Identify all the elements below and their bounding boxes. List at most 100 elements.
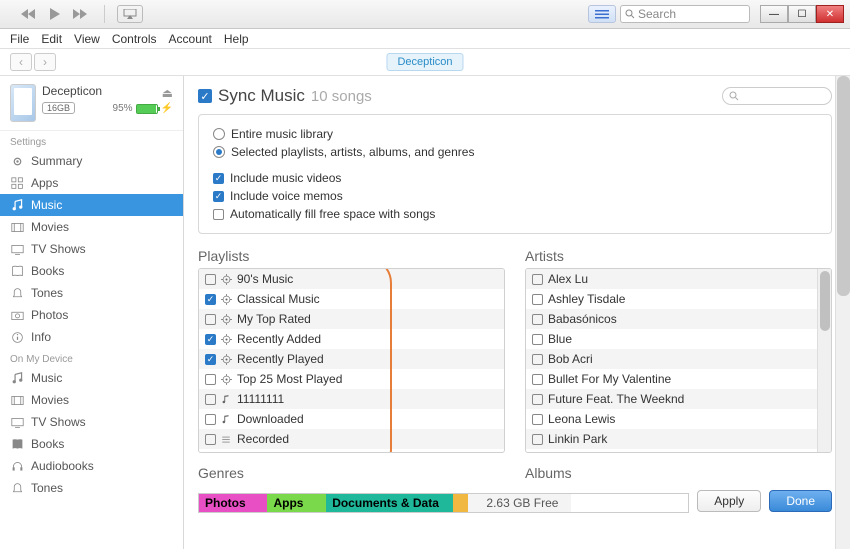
sidebar-item-books[interactable]: Books xyxy=(0,260,183,282)
playlist-checkbox[interactable]: ✓ xyxy=(205,294,216,305)
sidebar-item-summary[interactable]: Summary xyxy=(0,150,183,172)
artist-row[interactable]: Future Feat. The Weeknd xyxy=(526,389,831,409)
sidebar-item-apps[interactable]: Apps xyxy=(0,172,183,194)
airplay-button[interactable] xyxy=(117,5,143,23)
minimize-button[interactable]: — xyxy=(760,5,788,23)
checkbox-fill-free-space[interactable]: Automatically fill free space with songs xyxy=(213,205,817,223)
artist-checkbox[interactable] xyxy=(532,294,543,305)
playlist-row[interactable]: My Top Rated xyxy=(199,309,504,329)
movie-icon xyxy=(10,220,24,234)
sidebar-item-movies[interactable]: Movies xyxy=(0,389,183,411)
sidebar-item-music[interactable]: Music xyxy=(0,367,183,389)
playlist-row[interactable]: Downloaded xyxy=(199,409,504,429)
sidebar-item-photos[interactable]: Photos xyxy=(0,304,183,326)
tv-icon xyxy=(10,415,24,429)
playlist-checkbox[interactable] xyxy=(205,274,216,285)
artist-checkbox[interactable] xyxy=(532,334,543,345)
playlist-row[interactable]: Recorded xyxy=(199,429,504,449)
menu-view[interactable]: View xyxy=(74,32,100,46)
radio-selected-playlists[interactable]: Selected playlists, artists, albums, and… xyxy=(213,143,817,161)
checkbox-music-videos[interactable]: ✓Include music videos xyxy=(213,169,817,187)
sync-music-checkbox[interactable]: ✓ xyxy=(198,89,212,103)
artist-row[interactable]: Alex Lu xyxy=(526,269,831,289)
sidebar-item-tones[interactable]: Tones xyxy=(0,282,183,304)
apply-button[interactable]: Apply xyxy=(697,490,761,512)
artist-checkbox[interactable] xyxy=(532,314,543,325)
book-icon xyxy=(10,264,24,278)
checkbox-voice-memos[interactable]: ✓Include voice memos xyxy=(213,187,817,205)
artist-checkbox[interactable] xyxy=(532,394,543,405)
search-input[interactable]: Search xyxy=(620,5,750,23)
artist-checkbox[interactable] xyxy=(532,414,543,425)
playlist-checkbox[interactable] xyxy=(205,414,216,425)
movie-icon xyxy=(10,393,24,407)
list-view-button[interactable] xyxy=(588,5,616,23)
menu-controls[interactable]: Controls xyxy=(112,32,157,46)
device-card[interactable]: Decepticon ⏏ 16GB 95% ⚡ xyxy=(0,76,183,131)
playlist-checkbox[interactable] xyxy=(205,374,216,385)
artist-row[interactable]: Bullet For My Valentine xyxy=(526,369,831,389)
sidebar-header-settings: Settings xyxy=(0,131,183,150)
playlist-row[interactable]: ✓Recently Played xyxy=(199,349,504,369)
menu-account[interactable]: Account xyxy=(169,32,212,46)
sidebar-item-audiobooks[interactable]: Audiobooks xyxy=(0,455,183,477)
gear-icon xyxy=(221,374,232,385)
sidebar-item-movies[interactable]: Movies xyxy=(0,216,183,238)
maximize-button[interactable]: ☐ xyxy=(788,5,816,23)
artist-checkbox[interactable] xyxy=(532,354,543,365)
genres-title: Genres xyxy=(198,465,505,481)
playlist-checkbox[interactable]: ✓ xyxy=(205,334,216,345)
gear-icon xyxy=(221,334,232,345)
radio-entire-library[interactable]: Entire music library xyxy=(213,125,817,143)
sidebar-item-music[interactable]: Music xyxy=(0,194,183,216)
artists-scrollbar[interactable] xyxy=(817,269,831,452)
playlist-row[interactable]: ✓Recently Added xyxy=(199,329,504,349)
sidebar-item-info[interactable]: Info xyxy=(0,326,183,348)
playlist-checkbox[interactable]: ✓ xyxy=(205,354,216,365)
apps-icon xyxy=(10,176,24,190)
playlist-row[interactable]: 90's Music xyxy=(199,269,504,289)
content-search-input[interactable] xyxy=(722,87,832,105)
artist-row[interactable]: Leona Lewis xyxy=(526,409,831,429)
capacity-segment: Documents & Data xyxy=(326,494,453,512)
playlist-row[interactable]: Top 25 Most Played xyxy=(199,369,504,389)
sidebar-item-books[interactable]: Books xyxy=(0,433,183,455)
artist-row[interactable]: Bob Acri xyxy=(526,349,831,369)
menu-edit[interactable]: Edit xyxy=(41,32,62,46)
play-button[interactable] xyxy=(44,5,66,23)
eject-button[interactable]: ⏏ xyxy=(162,86,173,100)
back-button[interactable]: ‹ xyxy=(10,53,32,71)
sidebar-item-tv-shows[interactable]: TV Shows xyxy=(0,411,183,433)
artist-checkbox[interactable] xyxy=(532,434,543,445)
menu-help[interactable]: Help xyxy=(224,32,249,46)
playlist-checkbox[interactable] xyxy=(205,434,216,445)
prev-track-button[interactable] xyxy=(18,5,40,23)
close-button[interactable]: ✕ xyxy=(816,5,844,23)
albums-title: Albums xyxy=(525,465,832,481)
sidebar-item-tones[interactable]: Tones xyxy=(0,477,183,499)
artist-row[interactable]: Blue xyxy=(526,329,831,349)
artist-checkbox[interactable] xyxy=(532,274,543,285)
done-button[interactable]: Done xyxy=(769,490,832,512)
playlist-row[interactable]: ✓Classical Music xyxy=(199,289,504,309)
device-pill[interactable]: Decepticon xyxy=(386,53,463,71)
playlist-checkbox[interactable] xyxy=(205,314,216,325)
menu-file[interactable]: File xyxy=(10,32,29,46)
charging-icon: ⚡ xyxy=(161,103,173,114)
sidebar-item-tv-shows[interactable]: TV Shows xyxy=(0,238,183,260)
artist-checkbox[interactable] xyxy=(532,374,543,385)
artist-row[interactable]: Linkin Park xyxy=(526,429,831,449)
content-scrollbar[interactable] xyxy=(835,76,850,549)
forward-button[interactable]: › xyxy=(34,53,56,71)
next-track-button[interactable] xyxy=(70,5,92,23)
song-count: 10 songs xyxy=(311,88,372,105)
artist-row[interactable]: Lohanthony xyxy=(526,449,831,453)
battery-icon xyxy=(136,104,158,114)
playlist-checkbox[interactable] xyxy=(205,394,216,405)
artist-row[interactable]: Ashley Tisdale xyxy=(526,289,831,309)
book-solid-icon xyxy=(10,437,24,451)
device-thumbnail-icon xyxy=(10,84,36,122)
artist-row[interactable]: Babasónicos xyxy=(526,309,831,329)
playlist-row[interactable]: 11111111 xyxy=(199,389,504,409)
tv-icon xyxy=(10,242,24,256)
